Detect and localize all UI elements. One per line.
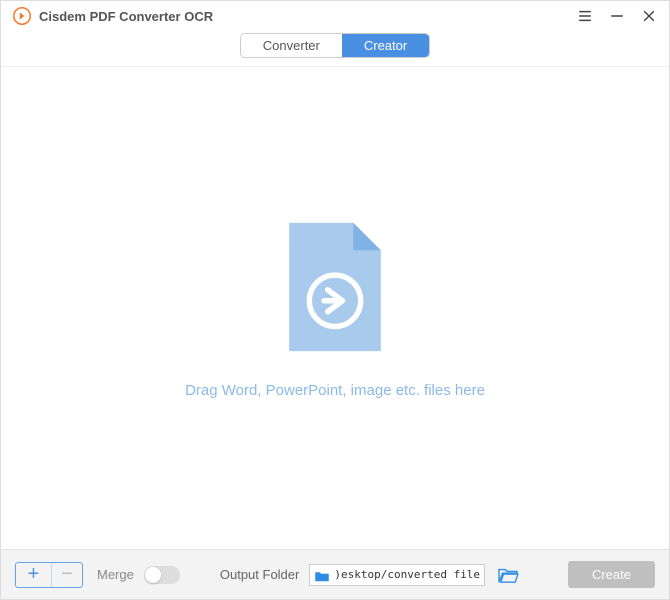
app-logo-icon <box>13 7 31 25</box>
tab-converter[interactable]: Converter <box>241 34 342 57</box>
mode-tabs: Converter Creator <box>240 33 430 58</box>
merge-label: Merge <box>97 567 134 582</box>
menu-icon[interactable] <box>577 8 593 24</box>
mode-tabs-row: Converter Creator <box>1 31 669 67</box>
output-folder-label: Output Folder <box>220 567 300 582</box>
drop-area[interactable]: Drag Word, PowerPoint, image etc. files … <box>1 67 669 549</box>
document-icon <box>280 217 390 362</box>
titlebar: Cisdem PDF Converter OCR <box>1 1 669 31</box>
tab-creator[interactable]: Creator <box>342 34 429 57</box>
close-icon[interactable] <box>641 8 657 24</box>
minimize-icon[interactable] <box>609 8 625 24</box>
app-title: Cisdem PDF Converter OCR <box>39 9 577 24</box>
merge-toggle[interactable] <box>144 566 180 584</box>
remove-file-button[interactable]: − <box>52 563 82 587</box>
create-button[interactable]: Create <box>568 561 655 588</box>
add-remove-group: + − <box>15 562 83 588</box>
output-folder-field[interactable]: )esktop/converted file <box>309 564 485 586</box>
window-controls <box>577 8 657 24</box>
add-file-button[interactable]: + <box>16 563 52 587</box>
drop-hint-text: Drag Word, PowerPoint, image etc. files … <box>185 382 485 399</box>
app-window: Cisdem PDF Converter OCR Converter Creat… <box>0 0 670 600</box>
browse-folder-button[interactable] <box>497 566 519 584</box>
folder-icon <box>314 569 330 581</box>
bottom-toolbar: + − Merge Output Folder )esktop/converte… <box>1 549 669 599</box>
output-folder-path: )esktop/converted file <box>334 568 480 581</box>
